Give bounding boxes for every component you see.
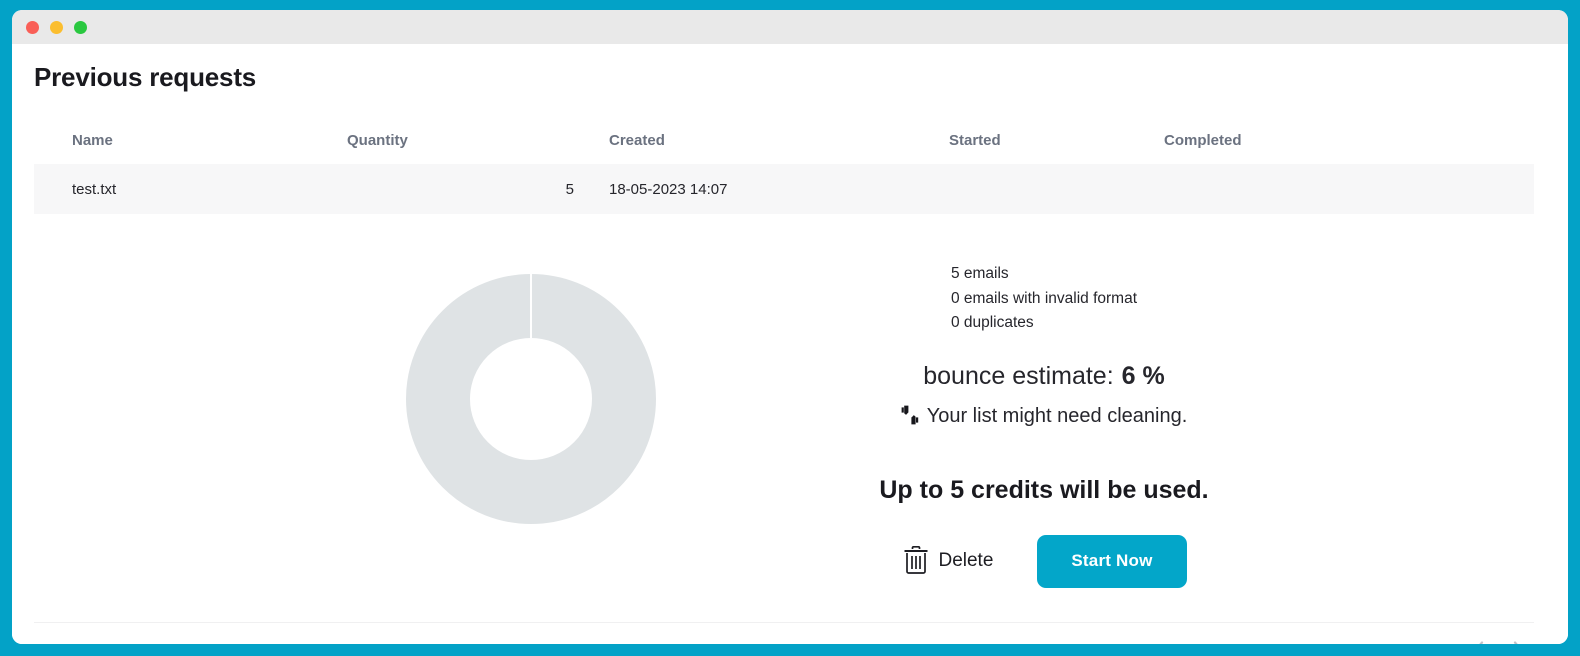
cell-name: test.txt [72, 180, 117, 198]
cell-quantity: 5 [565, 180, 574, 198]
detail-actions-row: Delete Start Now [734, 534, 1354, 588]
app-frame: Previous requests Name Quantity Created … [0, 0, 1580, 656]
window-title-bar [12, 10, 1568, 44]
previous-page-button[interactable] [1458, 633, 1498, 644]
chevron-right-icon [1512, 640, 1525, 644]
stat-total-emails: 5 emails [950, 265, 1009, 282]
bounce-estimate: bounce estimate: 6 % [734, 362, 1354, 391]
thumbs-down-icon [901, 405, 923, 428]
previous-requests-table: Name Quantity Created Started Completed … [34, 116, 1534, 214]
table-row[interactable]: test.txt 5 18-05-2023 14:07 [34, 164, 1534, 214]
stat-invalid-format: 0 emails with invalid format [950, 289, 1138, 307]
bounce-estimate-label: bounce estimate: [923, 361, 1114, 390]
email-breakdown-donut-chart [406, 274, 656, 524]
trash-icon [903, 545, 929, 577]
minimize-window-icon[interactable] [50, 20, 63, 34]
chevron-left-icon-svg [1478, 640, 1483, 644]
table-header-row: Name Quantity Created Started Completed [34, 116, 1534, 164]
request-detail-panel: 5 emails 0 emails with invalid format 0 … [34, 262, 1534, 610]
thumbs-down-icon-svg [901, 405, 918, 424]
page-body: Previous requests Name Quantity Created … [12, 44, 1568, 644]
delete-button[interactable]: Delete [901, 542, 995, 581]
chevron-right-icon-svg [1513, 640, 1518, 644]
delete-button-label: Delete [938, 550, 994, 571]
donut-chart-svg [406, 274, 656, 524]
column-header-name[interactable]: Name [34, 132, 344, 149]
advice-text: Your list might need cleaning. [926, 404, 1188, 427]
email-stats-list: 5 emails 0 emails with invalid format 0 … [951, 262, 1137, 336]
list-cleaning-advice: Your list might need cleaning. [734, 405, 1354, 428]
column-header-completed[interactable]: Completed [1164, 132, 1464, 149]
maximize-window-icon[interactable] [74, 20, 87, 34]
stats-column: 5 emails 0 emails with invalid format 0 … [734, 262, 1354, 588]
paginator-divider [34, 622, 1534, 623]
column-header-quantity[interactable]: Quantity [344, 132, 584, 149]
bounce-estimate-value: 6 % [1121, 361, 1165, 390]
column-header-started[interactable]: Started [949, 132, 1164, 149]
page-title: Previous requests [34, 62, 257, 92]
next-page-button[interactable] [1498, 633, 1538, 644]
credits-notice: Up to 5 credits will be used. [879, 475, 1209, 504]
trash-icon-svg [904, 545, 928, 574]
stat-duplicates: 0 duplicates [950, 314, 1034, 331]
start-now-button[interactable]: Start Now [1037, 534, 1187, 588]
paginator: Items per page: 10 1 – 1 of 1 [1136, 632, 1538, 644]
column-header-created[interactable]: Created [584, 132, 949, 149]
cell-created: 18-05-2023 14:07 [609, 180, 728, 198]
chevron-left-icon [1472, 640, 1485, 644]
browser-window: Previous requests Name Quantity Created … [12, 10, 1568, 644]
close-window-icon[interactable] [26, 20, 39, 34]
